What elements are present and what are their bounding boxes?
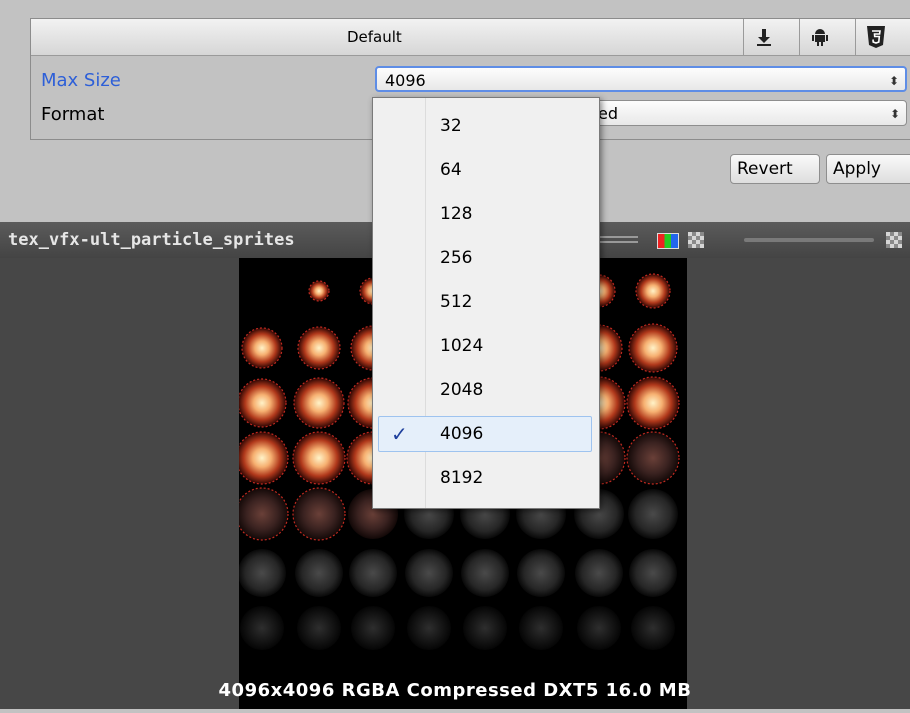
menu-option-32[interactable]: 32 — [373, 104, 599, 148]
revert-button[interactable]: Revert — [730, 154, 820, 184]
menu-option-256[interactable]: 256 — [373, 236, 599, 280]
alpha-channel-icon[interactable] — [688, 232, 704, 248]
max-size-value: 4096 — [385, 71, 426, 90]
max-size-label: Max Size — [41, 70, 121, 91]
popup-arrows-icon: ⬍ — [889, 107, 900, 121]
mip-level-slider[interactable] — [744, 238, 874, 242]
download-icon — [757, 29, 771, 46]
menu-option-128[interactable]: 128 — [373, 192, 599, 236]
android-icon — [812, 29, 828, 46]
popup-arrows-icon: ⬍ — [888, 74, 899, 88]
preview-title: tex_vfx-ult_particle_sprites — [8, 230, 295, 250]
tab-android[interactable] — [799, 19, 840, 55]
menu-option-1024[interactable]: 1024 — [373, 324, 599, 368]
rgb-channel-icon[interactable] — [657, 233, 679, 249]
format-label: Format — [41, 104, 105, 125]
max-size-popup[interactable]: 4096 ⬍ — [375, 66, 907, 92]
platform-tab-bar: Default — [31, 19, 910, 56]
html5-icon — [867, 26, 885, 48]
tab-standalone[interactable] — [743, 19, 784, 55]
selection-highlight — [378, 416, 592, 452]
tab-default[interactable]: Default — [347, 28, 402, 46]
tab-webgl[interactable] — [855, 19, 896, 55]
apply-button[interactable]: Apply — [826, 154, 910, 184]
menu-option-64[interactable]: 64 — [373, 148, 599, 192]
channel-separator — [598, 236, 638, 238]
format-value: ed — [598, 104, 618, 123]
menu-option-2048[interactable]: 2048 — [373, 368, 599, 412]
max-size-dropdown-menu: 32 64 128 256 512 1024 2048 ✓ 4096 8192 — [372, 97, 600, 509]
menu-option-512[interactable]: 512 — [373, 280, 599, 324]
mip-level-max-icon — [886, 232, 902, 248]
checkmark-icon: ✓ — [391, 422, 408, 446]
menu-option-4096[interactable]: ✓ 4096 — [373, 412, 599, 456]
texture-info-label: 4096x4096 RGBA Compressed DXT5 16.0 MB — [218, 680, 692, 701]
menu-option-8192[interactable]: 8192 — [373, 456, 599, 500]
